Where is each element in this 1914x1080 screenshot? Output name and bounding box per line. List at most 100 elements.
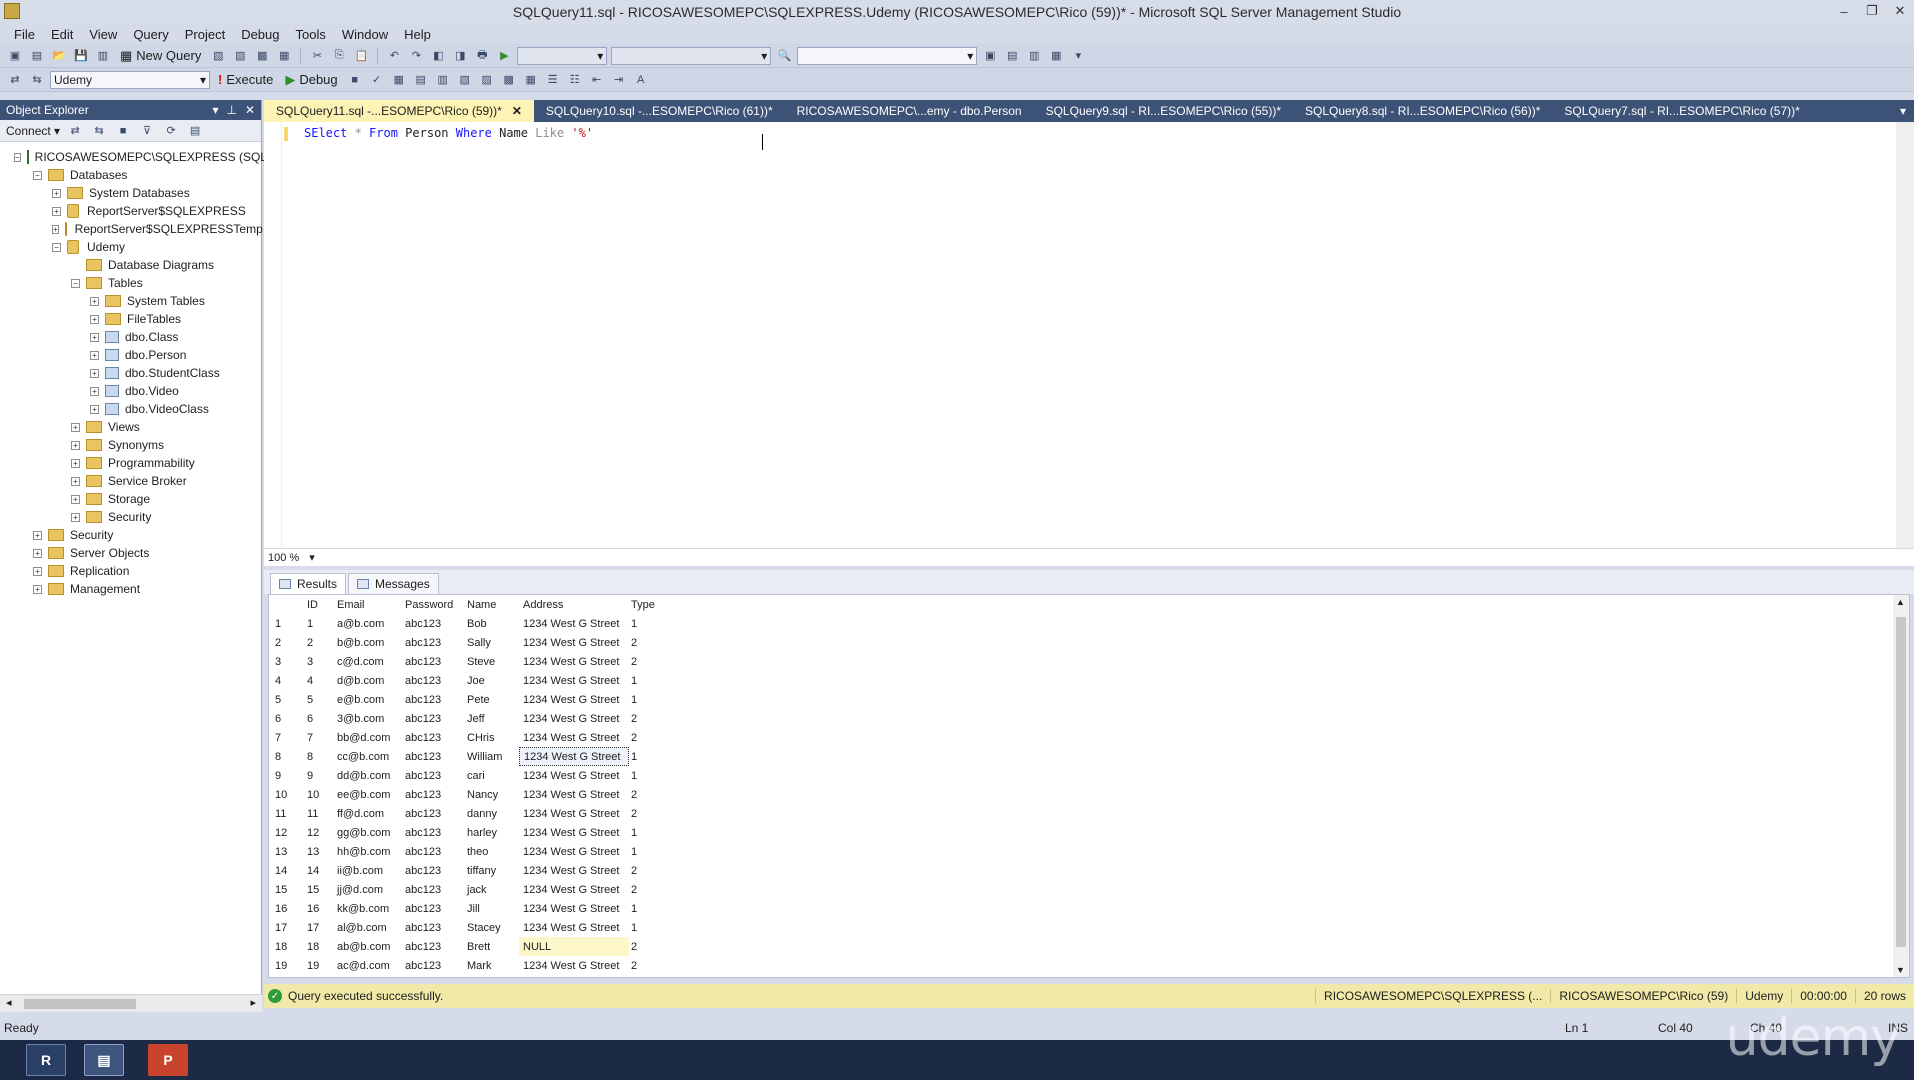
disconnect-icon[interactable]: ⇆ <box>28 71 46 89</box>
cell-type[interactable]: 1 <box>627 899 657 918</box>
tree-node[interactable]: + Synonyms <box>0 436 262 454</box>
cell-name[interactable]: Steve <box>467 652 517 671</box>
platform-combo[interactable]: ▾ <box>611 46 772 65</box>
cell-type[interactable]: 2 <box>627 804 657 823</box>
cell-name[interactable]: William <box>467 747 517 766</box>
tree-node[interactable]: + ReportServer$SQLEXPRESSTemp <box>0 220 263 238</box>
table-row[interactable]: 2 2 b@b.com abc123 Sally 1234 West G Street 2 <box>269 633 1889 652</box>
row-number[interactable]: 7 <box>275 728 305 747</box>
expand-icon[interactable]: + <box>71 458 80 468</box>
cancel-query-icon[interactable]: ■ <box>346 71 364 89</box>
tree-node[interactable]: + Service Broker <box>0 472 262 490</box>
cell-email[interactable]: ee@b.com <box>337 785 401 804</box>
cell-name[interactable]: Mark <box>467 956 517 975</box>
cell-type[interactable]: 2 <box>627 956 657 975</box>
row-number[interactable]: 12 <box>275 823 305 842</box>
collapse-icon[interactable]: − <box>14 152 21 162</box>
expand-icon[interactable]: + <box>90 296 99 306</box>
expand-icon[interactable]: + <box>33 566 42 576</box>
cell-address[interactable]: 1234 West G Street <box>519 709 629 728</box>
tree-node[interactable]: Database Diagrams <box>0 256 262 274</box>
navigate-forward-icon[interactable]: ◨ <box>451 47 469 65</box>
results-to-grid-icon[interactable]: ▥ <box>434 71 452 89</box>
pin-icon[interactable]: ⊥ <box>226 103 236 117</box>
cell-type[interactable]: 1 <box>627 823 657 842</box>
tree-node[interactable]: − RICOSAWESOMEPC\SQLEXPRESS (SQL <box>0 148 267 166</box>
tab-overflow-icon[interactable]: ▾ <box>1900 104 1906 118</box>
toolbar-options-icon[interactable]: ▾ <box>1069 47 1087 65</box>
r-app-icon[interactable]: R <box>26 1044 66 1076</box>
connect-object-explorer-icon[interactable]: ⇄ <box>66 122 84 140</box>
query-designer-icon[interactable]: ▤ <box>412 71 430 89</box>
tree-node[interactable]: + dbo.Person <box>0 346 262 364</box>
cell-password[interactable]: abc123 <box>405 823 463 842</box>
cell-name[interactable]: jack <box>467 880 517 899</box>
cell-type[interactable]: 1 <box>627 766 657 785</box>
table-row[interactable]: 17 17 al@b.com abc123 Stacey 1234 West G Stre… <box>269 918 1889 937</box>
cell-email[interactable]: c@d.com <box>337 652 401 671</box>
tree-node[interactable]: − Tables <box>0 274 262 292</box>
copy-icon[interactable]: ⎘ <box>330 47 348 65</box>
cell-password[interactable]: abc123 <box>405 785 463 804</box>
cell-address[interactable]: 1234 West G Street <box>519 785 629 804</box>
cell-id[interactable]: 7 <box>307 728 327 747</box>
expand-icon[interactable]: + <box>90 350 99 360</box>
cell-id[interactable]: 5 <box>307 690 327 709</box>
cell-email[interactable]: b@b.com <box>337 633 401 652</box>
cell-id[interactable]: 14 <box>307 861 327 880</box>
cell-address[interactable]: 1234 West G Street <box>519 804 629 823</box>
zoom-level[interactable]: 100 % <box>268 552 299 564</box>
cell-email[interactable]: bb@d.com <box>337 728 401 747</box>
table-row[interactable]: 14 14 ii@b.com abc123 tiffany 1234 West G Str… <box>269 861 1889 880</box>
undo-icon[interactable]: ↶ <box>385 47 403 65</box>
scroll-thumb[interactable] <box>1896 617 1906 947</box>
cell-name[interactable]: Sally <box>467 633 517 652</box>
cell-password[interactable]: abc123 <box>405 614 463 633</box>
cell-email[interactable]: ff@d.com <box>337 804 401 823</box>
column-header-name[interactable]: Name <box>467 595 517 614</box>
tree-node[interactable]: + Security <box>0 508 262 526</box>
menu-query[interactable]: Query <box>125 27 176 42</box>
table-row[interactable]: 8 8 cc@b.com abc123 William 1234 West G Stree… <box>269 747 1889 766</box>
close-button[interactable]: ✕ <box>1886 0 1914 22</box>
cell-email[interactable]: d@b.com <box>337 671 401 690</box>
comment-icon[interactable]: ☰ <box>544 71 562 89</box>
cell-email[interactable]: gg@b.com <box>337 823 401 842</box>
xmla-query-icon[interactable]: ▦ <box>275 47 293 65</box>
increase-indent-icon[interactable]: ⇥ <box>610 71 628 89</box>
expand-icon[interactable]: + <box>71 476 80 486</box>
cell-address[interactable]: 1234 West G Street <box>519 671 629 690</box>
cell-type[interactable]: 2 <box>627 652 657 671</box>
grid-vertical-scrollbar[interactable]: ▲ ▼ <box>1893 595 1909 977</box>
client-stats-icon[interactable]: ▨ <box>478 71 496 89</box>
new-project-icon[interactable]: ▣ <box>6 47 24 65</box>
cell-name[interactable]: Brett <box>467 937 517 956</box>
table-row[interactable]: 10 10 ee@b.com abc123 Nancy 1234 West G Stree… <box>269 785 1889 804</box>
cell-password[interactable]: abc123 <box>405 728 463 747</box>
analysis-query-icon[interactable]: ▨ <box>231 47 249 65</box>
tab-messages[interactable]: Messages <box>348 573 439 594</box>
cell-address[interactable]: 1234 West G Street <box>519 956 629 975</box>
cell-type[interactable]: 1 <box>627 918 657 937</box>
cell-email[interactable]: dd@b.com <box>337 766 401 785</box>
cell-type[interactable]: 2 <box>627 709 657 728</box>
solution-config-combo[interactable]: ▾ <box>517 46 608 65</box>
expand-icon[interactable]: + <box>90 404 99 414</box>
table-row[interactable]: 6 6 3@b.com abc123 Jeff 1234 West G Street 2 <box>269 709 1889 728</box>
cell-email[interactable]: ac@d.com <box>337 956 401 975</box>
menu-window[interactable]: Window <box>334 27 396 42</box>
paste-icon[interactable]: 📋 <box>352 47 370 65</box>
column-header-password[interactable]: Password <box>405 595 463 614</box>
table-row[interactable]: 5 5 e@b.com abc123 Pete 1234 West G Street 1 <box>269 690 1889 709</box>
table-row[interactable]: 3 3 c@d.com abc123 Steve 1234 West G Street 2 <box>269 652 1889 671</box>
row-number[interactable]: 16 <box>275 899 305 918</box>
menu-view[interactable]: View <box>81 27 125 42</box>
debug-button[interactable]: ▶ Debug <box>281 71 341 89</box>
cell-name[interactable]: Pete <box>467 690 517 709</box>
row-number[interactable]: 19 <box>275 956 305 975</box>
cell-id[interactable]: 9 <box>307 766 327 785</box>
cell-name[interactable]: CHris <box>467 728 517 747</box>
cell-password[interactable]: abc123 <box>405 899 463 918</box>
cell-password[interactable]: abc123 <box>405 937 463 956</box>
cell-email[interactable]: kk@b.com <box>337 899 401 918</box>
